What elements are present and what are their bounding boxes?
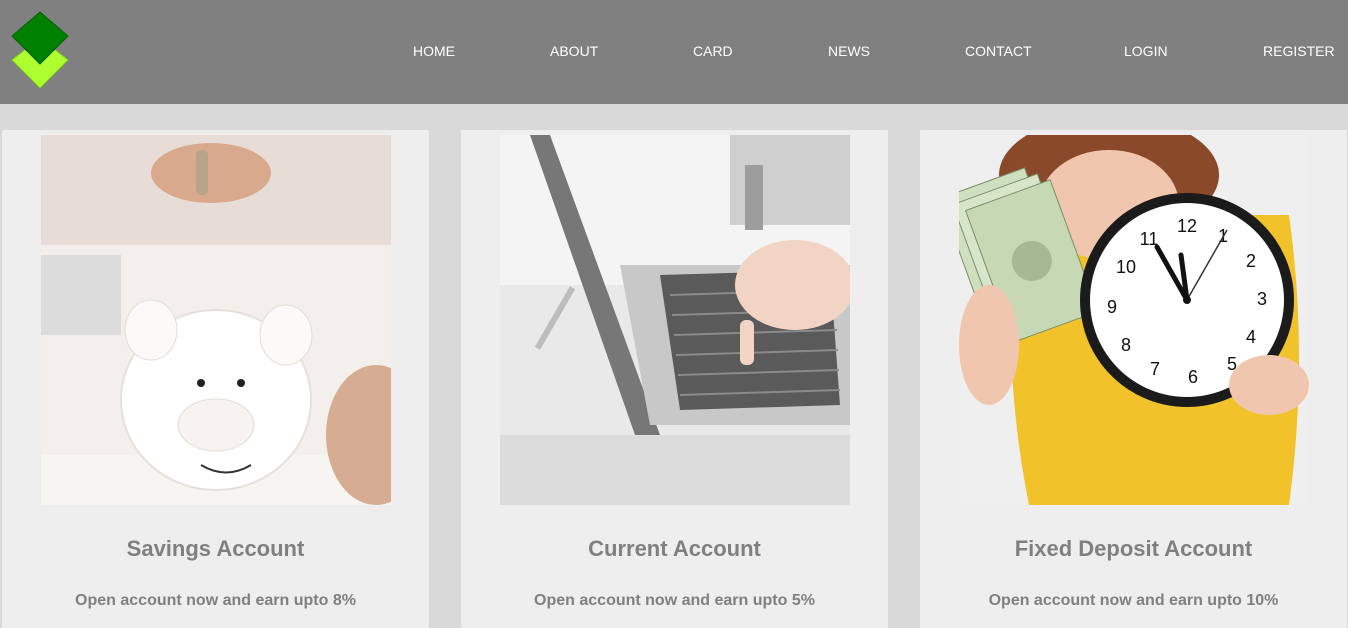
card-title: Savings Account bbox=[126, 536, 305, 561]
card-title: Fixed Deposit Account bbox=[1014, 536, 1253, 561]
site-header: HOME ABOUT CARD NEWS CONTACT LOGIN REGIS… bbox=[0, 0, 1348, 104]
card-title: Current Account bbox=[588, 536, 761, 561]
nav-contact[interactable]: CONTACT bbox=[965, 43, 1032, 59]
nav-login[interactable]: LOGIN bbox=[1124, 43, 1168, 59]
card-description: Open account now and earn upto 10% bbox=[988, 592, 1279, 609]
svg-text:8: 8 bbox=[1121, 335, 1131, 355]
svg-text:10: 10 bbox=[1116, 257, 1136, 277]
nav-about[interactable]: ABOUT bbox=[550, 43, 598, 59]
svg-text:4: 4 bbox=[1246, 327, 1256, 347]
piggy-bank-photo bbox=[41, 135, 391, 505]
green-diamonds-logo-icon[interactable] bbox=[8, 10, 72, 94]
current-account-card[interactable]: Current Account Open account now and ear… bbox=[461, 130, 888, 628]
nav-home[interactable]: HOME bbox=[413, 43, 455, 59]
clock-money-photo: 12 1 2 3 4 5 6 7 8 9 10 11 bbox=[959, 135, 1309, 505]
nav-card[interactable]: CARD bbox=[693, 43, 733, 59]
laptop-typing-photo bbox=[500, 135, 850, 505]
svg-text:2: 2 bbox=[1246, 251, 1256, 271]
svg-text:12: 12 bbox=[1177, 216, 1197, 236]
svg-text:3: 3 bbox=[1257, 289, 1267, 309]
card-description: Open account now and earn upto 8% bbox=[75, 592, 356, 609]
card-description: Open account now and earn upto 5% bbox=[534, 592, 815, 609]
savings-account-card[interactable]: Savings Account Open account now and ear… bbox=[2, 130, 429, 628]
svg-text:6: 6 bbox=[1188, 367, 1198, 387]
svg-text:7: 7 bbox=[1150, 359, 1160, 379]
nav-news[interactable]: NEWS bbox=[828, 43, 870, 59]
svg-text:9: 9 bbox=[1107, 297, 1117, 317]
fixed-deposit-account-card[interactable]: 12 1 2 3 4 5 6 7 8 9 10 11 Fixed Deposit… bbox=[920, 130, 1347, 628]
nav-register[interactable]: REGISTER bbox=[1263, 43, 1335, 59]
